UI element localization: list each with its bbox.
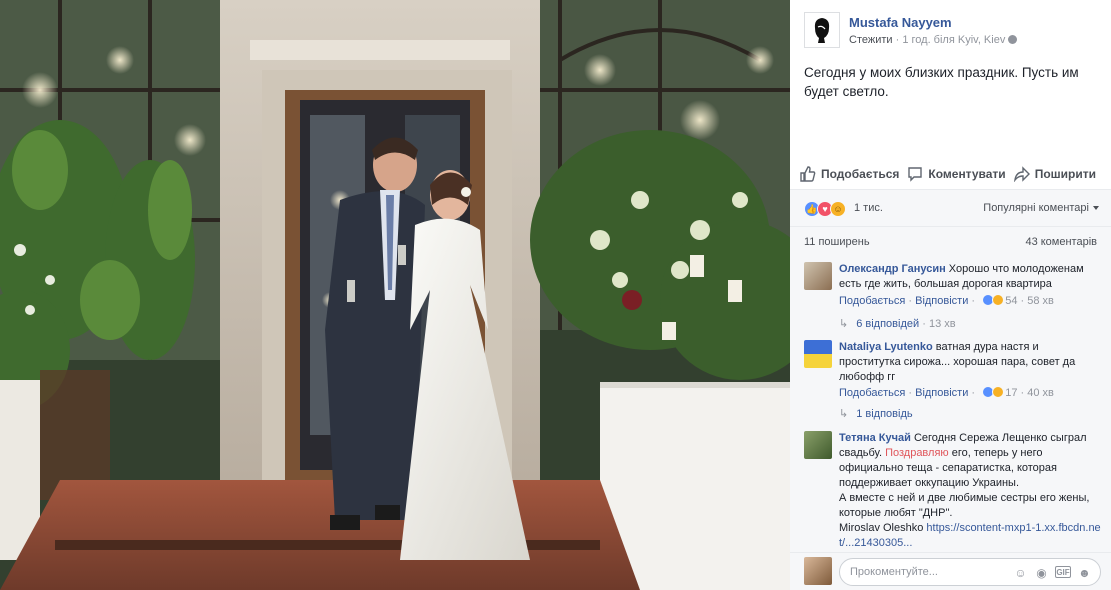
like-label: Подобається [821, 167, 900, 181]
gif-icon[interactable]: GIF [1055, 566, 1071, 578]
commenter-avatar[interactable] [804, 340, 832, 368]
profile-logo-icon [814, 18, 830, 43]
comment-reply-link[interactable]: Відповісти [915, 387, 968, 399]
comment-text-line2: А вместе с ней и две любимые сестры его … [839, 492, 1090, 519]
comment-replies[interactable]: ↳ 1 відповідь [839, 407, 913, 420]
comment-input[interactable]: Прокоментуйте... ☺ ◉ GIF ☻ [839, 558, 1101, 586]
comments-list: Олександр Ганусин Хорошо что молодоженам… [790, 254, 1111, 552]
comment-mention[interactable]: Miroslav Oleshko [839, 522, 923, 534]
comment-highlight: Поздравляю [885, 447, 949, 459]
page-name[interactable]: Mustafa Nayyem [849, 15, 952, 30]
speech-bubble-icon [908, 167, 923, 182]
shares-bar: 11 поширень 43 коментарів [790, 226, 1111, 254]
comment-replies[interactable]: ↳ 6 відповідей · 13 хв [839, 317, 956, 330]
share-button[interactable]: Поширити [1013, 160, 1096, 188]
post-meta: Стежити · 1 год. біля Kyiv, Kiev [849, 34, 1018, 46]
haha-icon [992, 294, 1005, 306]
commenter-avatar[interactable] [804, 262, 832, 290]
commenter-avatar[interactable] [804, 431, 832, 459]
post-actions: Подобається Коментувати Поширити [800, 160, 1105, 188]
reaction-count[interactable]: 1 тис. [854, 202, 883, 214]
post-side-panel: Mustafa Nayyem Стежити · 1 год. біля Kyi… [790, 0, 1111, 590]
comment-meta: Подобається · Відповісти · 17 · 40 хв [839, 386, 1054, 399]
comment-sort-dropdown[interactable]: Популярні коментарі [983, 202, 1099, 214]
comment-label: Коментувати [928, 167, 1006, 181]
share-label: Поширити [1034, 167, 1096, 181]
comment-like-link[interactable]: Подобається [839, 295, 905, 307]
comment-composer: Прокоментуйте... ☺ ◉ GIF ☻ [790, 552, 1111, 590]
replies-label: 6 відповідей [856, 318, 920, 330]
comment-count[interactable]: 43 коментарів [1025, 236, 1097, 248]
comment-reply-link[interactable]: Відповісти [915, 295, 968, 307]
comment-item: Олександр Ганусин Хорошо что молодоженам… [804, 262, 1104, 342]
haha-reaction-icon: ☺ [830, 201, 846, 217]
post-time-location[interactable]: 1 год. біля Kyiv, Kiev [902, 34, 1005, 46]
comment-button[interactable]: Коментувати [907, 160, 1006, 188]
comment-item: Nataliya Lyutenko ватная дура настя и пр… [804, 340, 1104, 420]
comment-author[interactable]: Тетяна Кучай [839, 432, 911, 444]
reply-arrow-icon: ↳ [839, 318, 849, 330]
emoji-icon[interactable]: ☺ [1013, 565, 1028, 580]
comment-reaction-count: 17 [1005, 387, 1018, 399]
comment-author[interactable]: Nataliya Lyutenko [839, 341, 933, 353]
camera-icon[interactable]: ◉ [1034, 565, 1049, 580]
reactions-bar: 👍 ♥ ☺ 1 тис. Популярні коментарі [790, 189, 1111, 226]
share-count[interactable]: 11 поширень [804, 236, 870, 248]
globe-icon [1008, 35, 1018, 44]
meta-separator: · [892, 34, 903, 46]
sticker-icon[interactable]: ☻ [1077, 565, 1092, 580]
comment-time[interactable]: 58 хв [1027, 295, 1054, 307]
thumbs-up-icon [800, 166, 816, 182]
comment-author[interactable]: Олександр Ганусин [839, 263, 946, 275]
post-header: Mustafa Nayyem Стежити · 1 год. біля Kyi… [804, 12, 1104, 52]
comment-time[interactable]: 40 хв [1027, 387, 1054, 399]
user-avatar [804, 557, 832, 585]
share-arrow-icon [1013, 166, 1030, 182]
like-button[interactable]: Подобається [800, 160, 899, 188]
comment-reactions[interactable] [982, 386, 1005, 398]
reaction-icons[interactable]: 👍 ♥ ☺ [804, 201, 846, 217]
comment-placeholder: Прокоментуйте... [850, 566, 938, 578]
comment-body: Nataliya Lyutenko ватная дура настя и пр… [839, 340, 1101, 385]
comment-reaction-count: 54 [1005, 295, 1018, 307]
haha-icon [992, 386, 1005, 398]
comment-meta: Подобається · Відповісти · 54 · 58 хв [839, 294, 1054, 307]
comment-item: Тетяна Кучай Сегодня Сережа Лещенко сыгр… [804, 431, 1104, 551]
comment-reactions[interactable] [982, 294, 1005, 306]
post-photo[interactable] [0, 0, 790, 590]
page-avatar[interactable] [804, 12, 840, 48]
follow-button[interactable]: Стежити [849, 34, 893, 46]
comment-body: Олександр Ганусин Хорошо что молодоженам… [839, 262, 1101, 292]
comment-body: Тетяна Кучай Сегодня Сережа Лещенко сыгр… [839, 431, 1101, 551]
replies-time: 13 хв [928, 318, 956, 330]
composer-icons: ☺ ◉ GIF ☻ [1013, 565, 1092, 580]
replies-label: 1 відповідь [856, 408, 913, 420]
post-text: Сегодня у моих близких праздник. Пусть и… [804, 65, 1079, 99]
comment-like-link[interactable]: Подобається [839, 387, 905, 399]
wedding-photo-illustration [0, 0, 790, 590]
reply-arrow-icon: ↳ [839, 408, 849, 420]
